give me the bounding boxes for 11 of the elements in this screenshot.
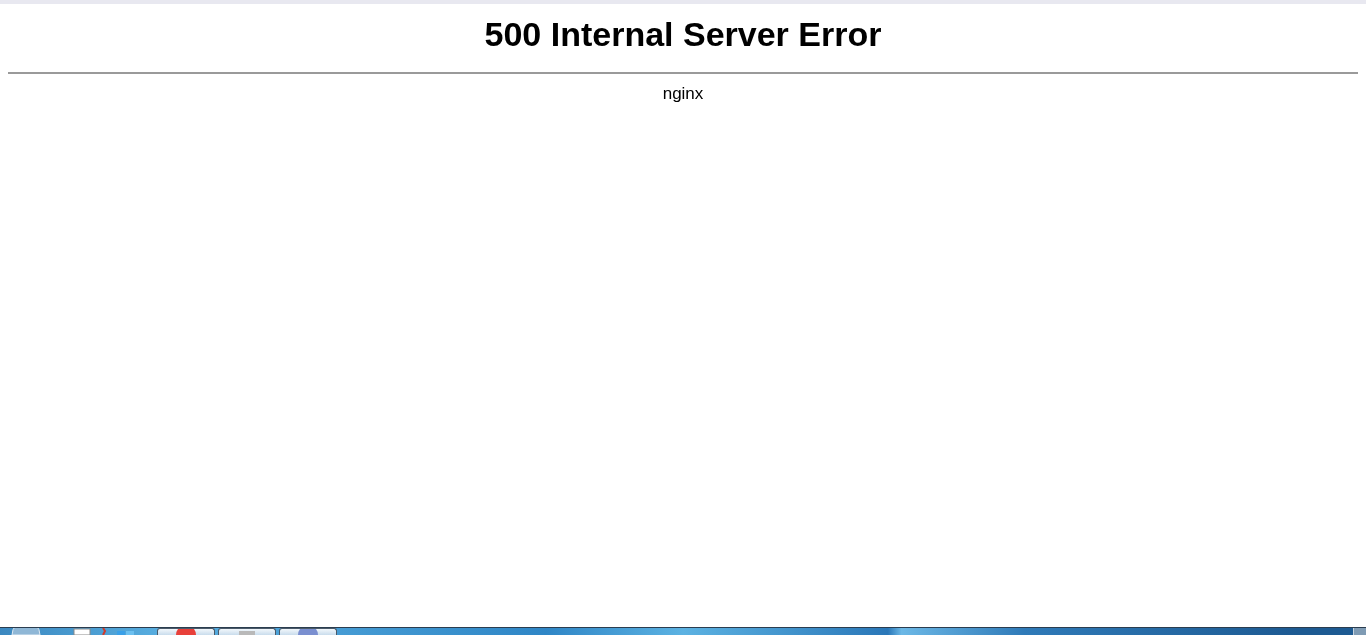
angle-mark-icon[interactable] [101,628,107,635]
show-desktop-button[interactable] [1353,628,1366,635]
globe-icon [298,629,318,635]
taskbar-window-button[interactable] [157,628,215,635]
taskbar-window-button[interactable] [218,628,276,635]
taskbar-window-button[interactable] [279,628,337,635]
rectangle-icon [237,629,257,635]
start-orb-icon[interactable] [11,628,41,635]
error-heading: 500 Internal Server Error [483,14,883,54]
notepad-icon[interactable] [73,628,91,635]
server-name: nginx [661,84,705,104]
